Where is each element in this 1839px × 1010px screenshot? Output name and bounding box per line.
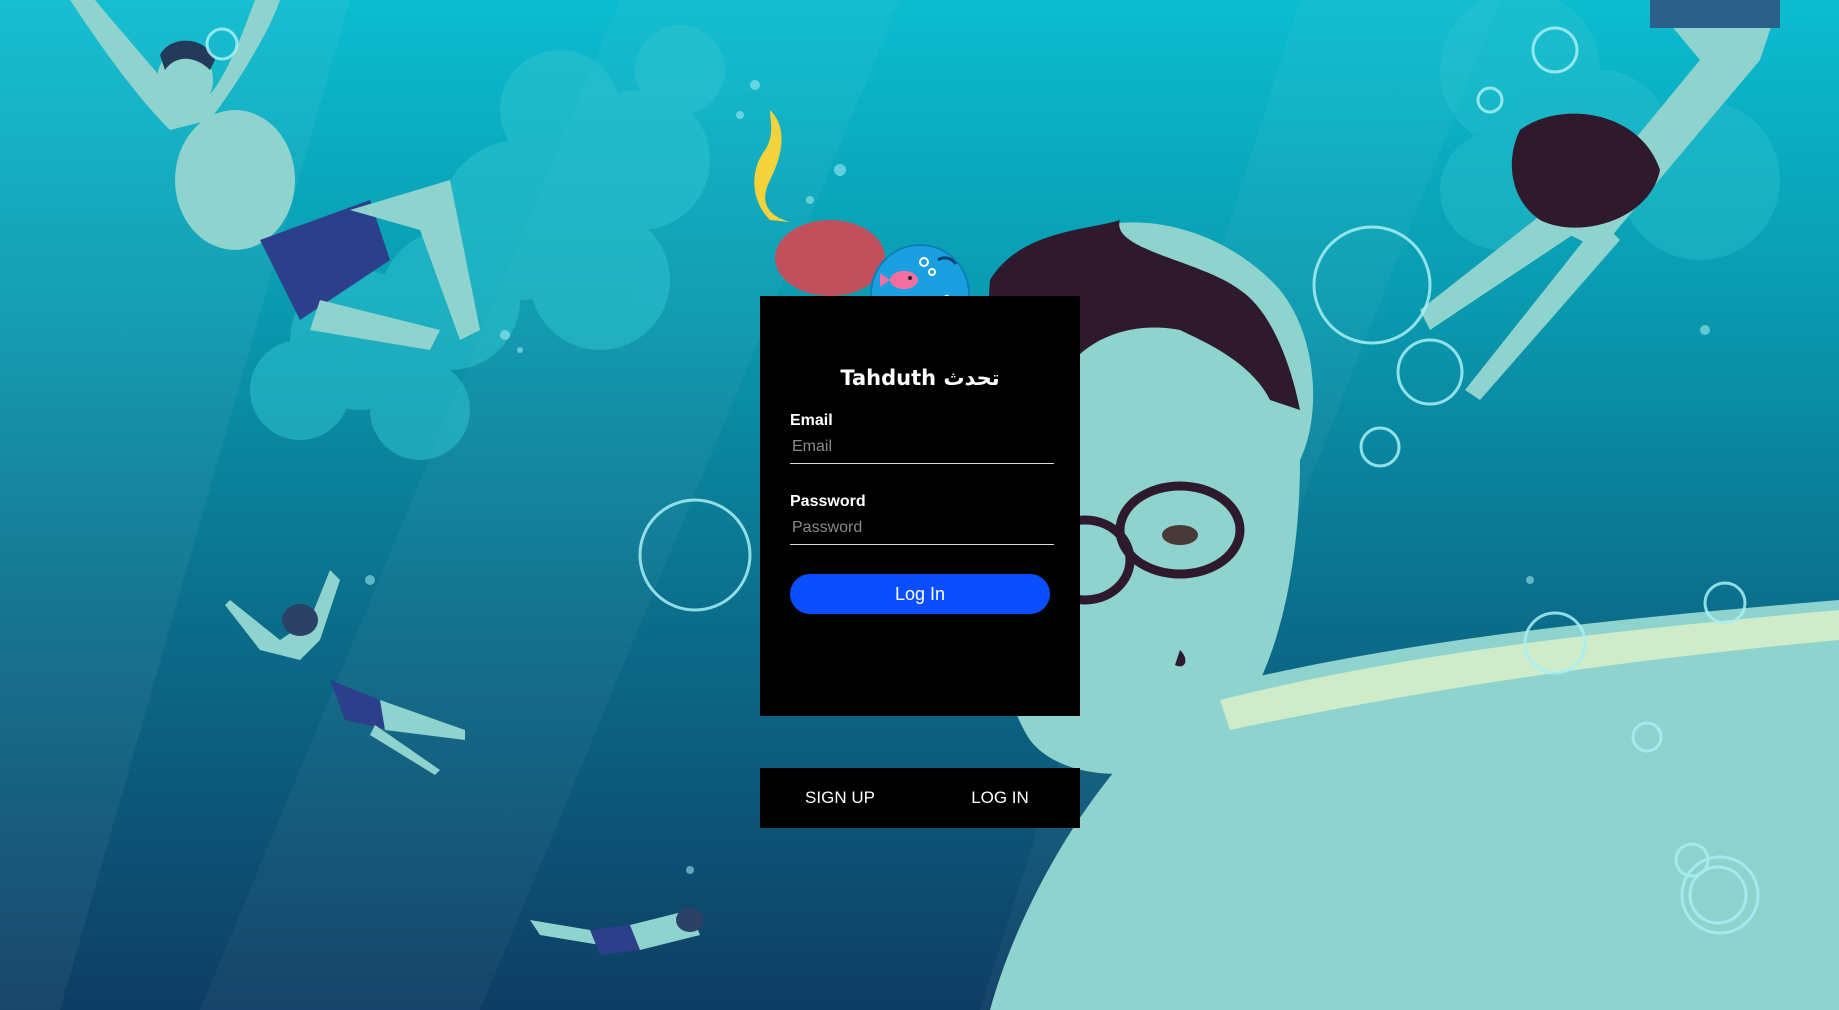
email-field[interactable] [790,430,1054,464]
swimmer-bottom [530,908,704,955]
signup-link[interactable]: SIGN UP [780,768,900,828]
app-title: Tahduth تحدث [840,366,1000,390]
swimmer-large-face [988,220,1839,1010]
login-link[interactable]: LOG IN [940,768,1060,828]
password-label: Password [790,493,866,510]
login-card: Tahduth تحدث Email Password Log In [760,296,1080,716]
email-label: Email [790,412,833,429]
auth-nav-bar: SIGN UP LOG IN [760,768,1080,828]
password-field[interactable] [790,511,1054,545]
login-submit-button[interactable]: Log In [790,574,1050,614]
